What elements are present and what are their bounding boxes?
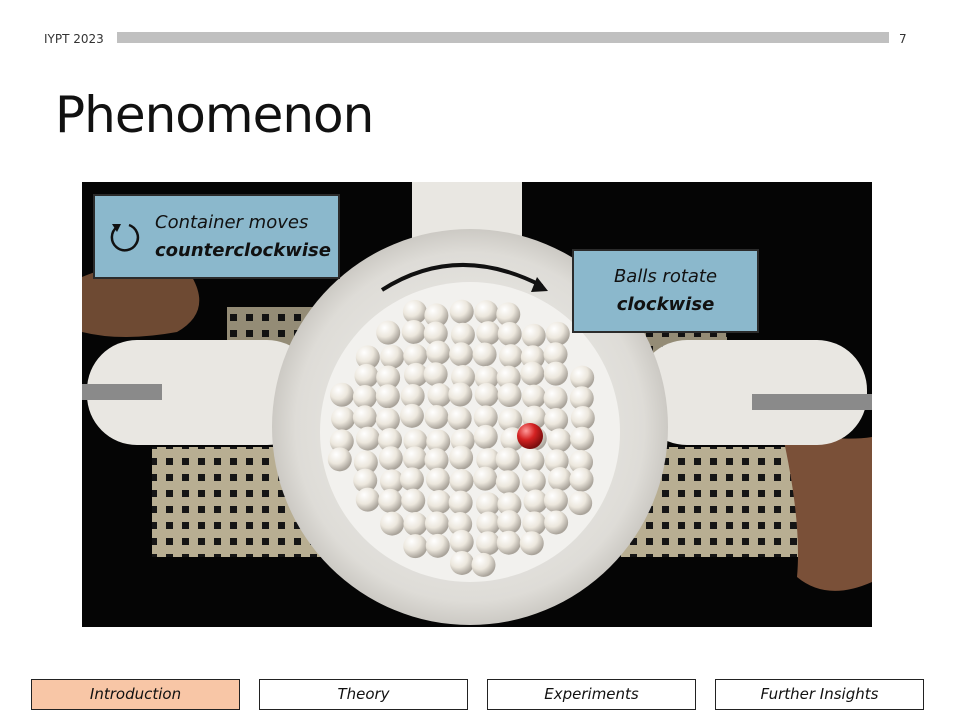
pearl-ball [543,386,568,411]
pearl-ball [569,467,594,492]
pearl-ball [474,382,499,407]
pearl-ball [380,511,405,536]
pearl-ball [449,469,474,494]
pearl-ball [448,382,473,407]
nav-further-insights[interactable]: Further Insights [715,679,924,710]
pearl-ball [355,426,380,451]
pearl-ball [327,447,352,472]
pearl-ball [424,511,449,536]
pearl-ball [399,403,424,428]
pearl-ball [568,491,593,516]
callout-left-line1: Container moves [155,212,309,233]
pearl-ball [424,405,449,430]
pearl-ball [519,531,544,556]
pearl-ball [545,321,570,346]
pearl-ball [448,490,473,515]
counterclockwise-arrow-icon [110,223,140,252]
header-progress-bar [117,32,889,43]
pearl-ball [401,319,426,344]
pearl-ball [401,488,426,513]
pearl-ball [548,467,573,492]
pearl-ball [523,489,548,514]
page-number: 7 [899,32,907,46]
pearl-ball [520,361,545,386]
callout-container-moves: Container moves counterclockwise [93,194,340,279]
pearl-ball [472,342,497,367]
callout-right-line2: clockwise [616,294,715,315]
pearl-ball [521,469,546,494]
pearl-ball [475,531,500,556]
pearl-ball [498,344,523,369]
pearl-ball [449,342,474,367]
pearl-ball [427,383,452,408]
pearl-ball [329,382,354,407]
pearl-ball [449,299,474,324]
nav-introduction[interactable]: Introduction [31,679,240,710]
callout-balls-rotate: Balls rotate clockwise [572,249,759,333]
pearl-ball [495,447,520,472]
pearl-ball [402,446,427,471]
pearl-ball [547,428,572,453]
pearl-ball [474,300,499,325]
red-tracer-ball [517,423,543,449]
pearl-ball [473,466,498,491]
pearl-ball [449,529,474,554]
pearl-ball [497,383,522,408]
header-event: IYPT 2023 [44,32,104,46]
pearl-ball [521,384,546,409]
pearl-ball [544,510,569,535]
pearl-ball [447,406,472,431]
pearl-ball [497,510,522,535]
pearl-ball [543,361,568,386]
pearl-ball [476,321,501,346]
pearl-ball [497,321,522,346]
pearl-ball [543,488,568,513]
pearl-ball [378,446,403,471]
pearl-ball [449,550,474,575]
pearl-ball [473,424,498,449]
pearl-ball [378,488,403,513]
pearl-ball [352,405,377,430]
pearl-ball [331,406,356,431]
pearl-ball [426,340,451,365]
pearl-ball [495,470,520,495]
pearl-ball [403,512,428,537]
pearl-ball [570,365,595,390]
pearl-ball [520,448,545,473]
callout-left-line2: counterclockwise [155,240,331,261]
pearl-ball [427,489,452,514]
pearl-ball [449,445,474,470]
pearl-ball [354,363,379,388]
pearl-ball [425,533,450,558]
pearl-ball [403,534,428,559]
slide-title: Phenomenon [55,86,374,144]
pearl-ball [496,530,521,555]
pearl-ball [521,323,546,348]
callout-right-line1: Balls rotate [613,266,718,287]
pearl-ball [399,467,424,492]
nav-theory[interactable]: Theory [259,679,468,710]
pearl-ball [380,344,405,369]
pearl-ball [570,405,595,430]
pearl-ball [544,407,569,432]
pearl-ball [375,384,400,409]
pearl-ball [423,362,448,387]
pearl-ball [376,320,401,345]
pearl-ball [471,552,496,577]
pearl-ball [425,467,450,492]
pearl-ball [570,426,595,451]
nav-experiments[interactable]: Experiments [487,679,696,710]
pearl-ball [355,487,380,512]
